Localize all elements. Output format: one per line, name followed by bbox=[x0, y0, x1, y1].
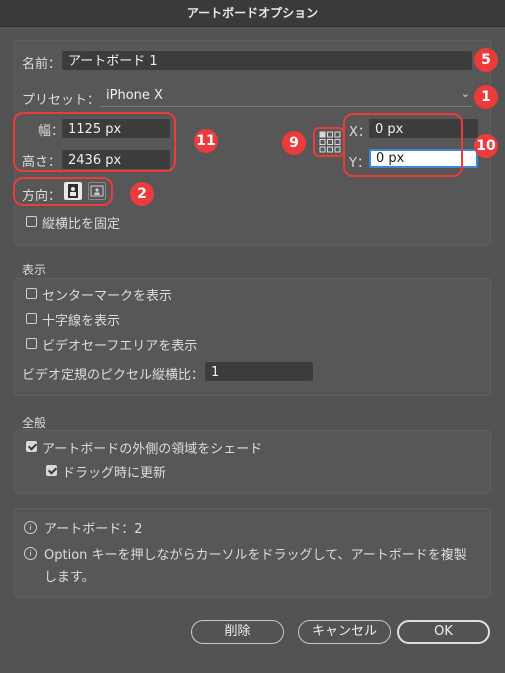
display-heading: 表示 bbox=[22, 263, 47, 277]
artboard-count: アートボード：2 bbox=[44, 522, 143, 537]
name-input[interactable]: アートボード 1 bbox=[62, 51, 472, 70]
update-while-dragging-label: ドラッグ時に更新 bbox=[62, 466, 167, 481]
duplicate-tip-line2: します。 bbox=[44, 570, 95, 585]
annotation-badge-11: 11 bbox=[194, 129, 218, 153]
name-label: 名前： bbox=[22, 57, 62, 72]
preset-value: iPhone X bbox=[106, 88, 163, 103]
annotation-badge-2: 2 bbox=[130, 182, 154, 206]
orientation-highlight bbox=[13, 177, 113, 206]
duplicate-tip-line1: Option キーを押しながらカーソルをドラッグして、アートボードを複製 bbox=[44, 548, 467, 563]
center-mark-label: センターマークを表示 bbox=[42, 289, 173, 304]
annotation-badge-10: 10 bbox=[474, 134, 498, 158]
annotation-badge-5: 5 bbox=[474, 48, 498, 72]
annotation-badge-1: 1 bbox=[474, 85, 498, 109]
chevron-down-icon: ⌄ bbox=[460, 87, 470, 100]
video-safe-label: ビデオセーフエリアを表示 bbox=[42, 339, 198, 354]
cancel-button[interactable]: キャンセル bbox=[298, 620, 391, 644]
constrain-proportions-label: 縦横比を固定 bbox=[42, 217, 121, 232]
crosshair-label: 十字線を表示 bbox=[42, 314, 121, 329]
preset-label: プリセット： bbox=[22, 93, 101, 108]
update-while-dragging-checkbox[interactable] bbox=[46, 465, 57, 476]
shade-outside-label: アートボードの外側の領域をシェード bbox=[42, 442, 263, 457]
preset-select[interactable]: iPhone X ⌄ bbox=[100, 87, 472, 107]
pixel-aspect-ratio-input[interactable]: 1 bbox=[205, 362, 313, 381]
ok-button[interactable]: OK bbox=[397, 620, 490, 644]
constrain-proportions-checkbox[interactable] bbox=[26, 216, 37, 227]
artboard-options-dialog: アートボードオプション 名前： アートボード 1 プリセット： iPhone X… bbox=[0, 0, 505, 673]
crosshair-checkbox[interactable] bbox=[26, 313, 37, 324]
reference-point-highlight bbox=[313, 127, 345, 157]
size-fields-highlight bbox=[13, 112, 176, 172]
general-heading: 全般 bbox=[22, 416, 47, 430]
pixel-aspect-ratio-label: ビデオ定規のピクセル縦横比： bbox=[22, 368, 205, 383]
shade-outside-checkbox[interactable] bbox=[26, 441, 37, 452]
video-safe-checkbox[interactable] bbox=[26, 338, 37, 349]
info-icon: i bbox=[24, 521, 37, 534]
dialog-title: アートボードオプション bbox=[0, 0, 505, 27]
annotation-badge-9: 9 bbox=[282, 131, 306, 155]
delete-button[interactable]: 削除 bbox=[191, 620, 284, 644]
position-fields-highlight bbox=[343, 113, 463, 177]
info-icon: i bbox=[24, 547, 37, 560]
center-mark-checkbox[interactable] bbox=[26, 288, 37, 299]
